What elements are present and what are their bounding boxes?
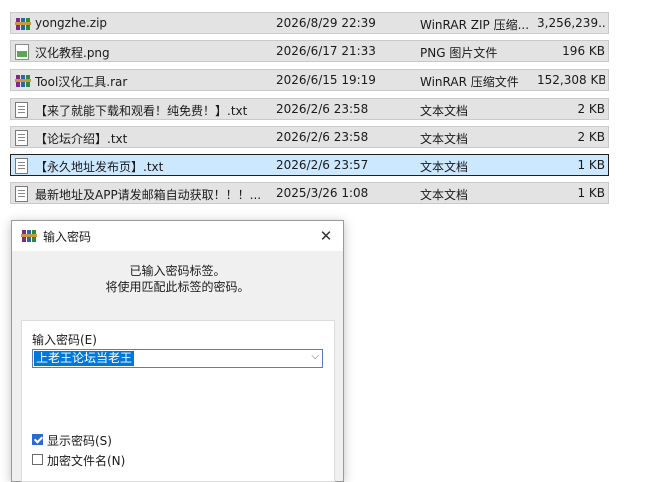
encrypt-filenames-checkbox[interactable]: 加密文件名(N) (32, 453, 232, 469)
file-type: 文本文档 (420, 132, 469, 146)
file-size: 152,308 KB (537, 73, 605, 87)
file-row-selected[interactable]: 【永久地址发布页】.txt 2026/2/6 23:57 文本文档 1 KB (10, 154, 609, 176)
file-date: 2026/8/29 22:39 (276, 16, 376, 30)
file-type: WinRAR ZIP 压缩... (420, 18, 530, 32)
text-document-icon (15, 186, 31, 202)
password-value: 上老王论坛当老王 (34, 351, 135, 366)
show-password-checkbox[interactable]: 显示密码(S) (32, 433, 232, 449)
file-row[interactable]: 【论坛介绍】.txt 2026/2/6 23:58 文本文档 2 KB (10, 126, 609, 148)
winrar-app-icon (21, 228, 37, 244)
dialog-titlebar[interactable]: 输入密码 ✕ (12, 221, 343, 251)
png-image-icon (15, 44, 31, 60)
text-document-icon (15, 158, 31, 174)
file-date: 2026/6/15 19:19 (276, 73, 376, 87)
file-row[interactable]: yongzhe.zip 2026/8/29 22:39 WinRAR ZIP 压… (10, 12, 609, 34)
chevron-down-icon[interactable]: ⌵ (311, 351, 319, 362)
file-size: 3,256,239... (537, 16, 605, 30)
encrypt-filenames-label: 加密文件名(N) (47, 454, 126, 468)
file-size: 2 KB (577, 102, 605, 116)
dialog-title: 输入密码 (43, 230, 92, 244)
file-size: 1 KB (577, 158, 605, 172)
file-row[interactable]: 【来了就能下载和观看！纯免费！】.txt 2026/2/6 23:58 文本文档… (10, 98, 609, 120)
text-document-icon (15, 130, 31, 146)
info-text: 已输入密码标签。 将使用匹配此标签的密码。 (12, 263, 343, 295)
file-type: 文本文档 (420, 160, 469, 174)
password-group: 输入密码(E) 上老王论坛当老王 ⌵ 显示密码(S) 加密文件名(N) (21, 320, 335, 482)
close-button[interactable]: ✕ (313, 225, 339, 247)
file-row[interactable]: 汉化教程.png 2026/6/17 21:33 PNG 图片文件 196 KB (10, 40, 609, 62)
file-type: 文本文档 (420, 104, 469, 118)
file-name: 【论坛介绍】.txt (35, 132, 128, 146)
file-name: 汉化教程.png (35, 46, 110, 60)
file-size: 1 KB (577, 186, 605, 200)
file-size: 196 KB (562, 44, 605, 58)
text-document-icon (15, 102, 31, 118)
file-name: yongzhe.zip (35, 16, 108, 30)
file-name: 【永久地址发布页】.txt (35, 160, 164, 174)
winrar-archive-icon (15, 73, 31, 89)
password-input[interactable]: 上老王论坛当老王 ⌵ (32, 349, 323, 368)
file-date: 2026/6/17 21:33 (276, 44, 376, 58)
file-name: 最新地址及APP请发邮箱自动获取！！！... (35, 188, 262, 202)
password-label: 输入密码(E) (32, 333, 97, 347)
file-name: Tool汉化工具.rar (35, 75, 128, 89)
file-type: PNG 图片文件 (420, 46, 498, 60)
file-row[interactable]: 最新地址及APP请发邮箱自动获取！！！... 2025/3/26 1:08 文本… (10, 182, 609, 204)
checkbox-checked[interactable] (32, 434, 43, 445)
info-line-2: 将使用匹配此标签的密码。 (105, 280, 250, 294)
file-date: 2026/2/6 23:58 (276, 130, 369, 144)
show-password-label: 显示密码(S) (47, 434, 112, 448)
file-type: WinRAR 压缩文件 (420, 75, 519, 89)
file-date: 2026/2/6 23:57 (276, 158, 369, 172)
close-icon: ✕ (319, 227, 333, 245)
winrar-zip-icon (15, 16, 31, 32)
file-row[interactable]: Tool汉化工具.rar 2026/6/15 19:19 WinRAR 压缩文件… (10, 69, 609, 91)
info-line-1: 已输入密码标签。 (129, 264, 226, 278)
file-date: 2025/3/26 1:08 (276, 186, 369, 200)
file-size: 2 KB (577, 130, 605, 144)
file-name: 【来了就能下载和观看！纯免费！】.txt (35, 104, 248, 118)
file-type: 文本文档 (420, 188, 469, 202)
checkbox-unchecked[interactable] (32, 454, 43, 465)
password-dialog: 输入密码 ✕ 已输入密码标签。 将使用匹配此标签的密码。 输入密码(E) 上老王… (11, 220, 344, 482)
file-date: 2026/2/6 23:58 (276, 102, 369, 116)
